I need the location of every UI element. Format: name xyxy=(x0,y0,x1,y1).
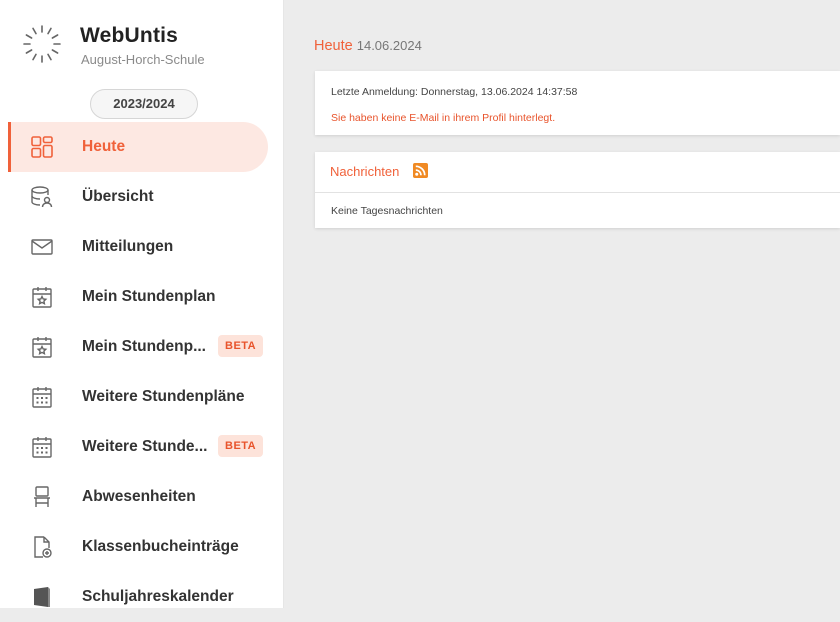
sidebar-item-weitere-stundenplaene[interactable]: Weitere Stundenpläne xyxy=(0,372,283,422)
page-date: 14.06.2024 xyxy=(356,38,422,53)
envelope-icon xyxy=(31,239,53,255)
sidebar-item-label: Mitteilungen xyxy=(82,238,174,255)
sidebar-item-label: Heute xyxy=(82,138,126,155)
beta-badge: BETA xyxy=(218,435,264,457)
book-icon xyxy=(34,587,50,607)
last-login-text: Letzte Anmeldung: Donnerstag, 13.06.2024… xyxy=(331,86,578,98)
chair-icon xyxy=(34,486,50,507)
calendar-star-icon xyxy=(32,337,52,358)
database-user-icon xyxy=(31,186,53,208)
main-content: Heute 14.06.2024 Letzte Anmeldung: Donne… xyxy=(284,0,840,608)
page-title: Heute 14.06.2024 xyxy=(314,38,422,54)
sidebar-item-uebersicht[interactable]: Übersicht xyxy=(0,172,283,222)
login-info-card: Letzte Anmeldung: Donnerstag, 13.06.2024… xyxy=(315,71,840,135)
sidebar-item-label: Schuljahreskalender xyxy=(82,588,234,605)
sidebar-item-label: Weitere Stunde... xyxy=(82,438,208,455)
page-title-text: Heute xyxy=(314,38,353,54)
sidebar-item-label: Weitere Stundenpläne xyxy=(82,388,245,405)
news-header: Nachrichten xyxy=(315,152,840,193)
school-name: August-Horch-Schule xyxy=(81,52,205,67)
news-title: Nachrichten xyxy=(330,164,400,179)
sidebar-item-schuljahreskalender[interactable]: Schuljahreskalender xyxy=(0,572,283,622)
sidebar-item-label: Übersicht xyxy=(82,188,154,205)
sidebar-item-label: Mein Stundenplan xyxy=(82,288,216,305)
sidebar-item-weitere-stundenplaene-beta[interactable]: Weitere Stunde... BETA xyxy=(0,422,283,472)
news-empty-text: Keine Tagesnachrichten xyxy=(331,205,443,217)
sidebar-item-mitteilungen[interactable]: Mitteilungen xyxy=(0,222,283,272)
sidebar: WebUntis August-Horch-Schule 2023/2024 H… xyxy=(0,0,284,608)
sidebar-item-heute[interactable]: Heute xyxy=(0,122,283,172)
news-card: Nachrichten Keine Tagesnachrichten xyxy=(315,152,840,228)
beta-badge: BETA xyxy=(218,335,264,357)
dashboard-icon xyxy=(31,136,53,158)
school-year-selector[interactable]: 2023/2024 xyxy=(90,89,198,119)
calendar-star-icon xyxy=(32,287,52,308)
email-warning-text: Sie haben keine E-Mail in ihrem Profil h… xyxy=(331,112,556,124)
sidebar-item-klassenbucheintraege[interactable]: Klassenbucheinträge xyxy=(0,522,283,572)
sidebar-item-abwesenheiten[interactable]: Abwesenheiten xyxy=(0,472,283,522)
app-title: WebUntis xyxy=(80,24,179,47)
sidebar-item-mein-stundenplan[interactable]: Mein Stundenplan xyxy=(0,272,283,322)
sidebar-item-label: Mein Stundenp... xyxy=(82,338,206,355)
sidebar-item-mein-stundenplan-beta[interactable]: Mein Stundenp... BETA xyxy=(0,322,283,372)
sidebar-item-label: Abwesenheiten xyxy=(82,488,196,505)
rss-icon[interactable] xyxy=(413,163,428,178)
calendar-grid-icon xyxy=(32,437,52,458)
sidebar-nav: Heute Übersicht Mitteilungen Mein Stunde… xyxy=(0,122,283,622)
sidebar-item-label: Klassenbucheinträge xyxy=(82,538,239,555)
webuntis-logo-icon xyxy=(23,25,61,63)
document-add-icon xyxy=(34,536,52,558)
calendar-grid-icon xyxy=(32,387,52,408)
